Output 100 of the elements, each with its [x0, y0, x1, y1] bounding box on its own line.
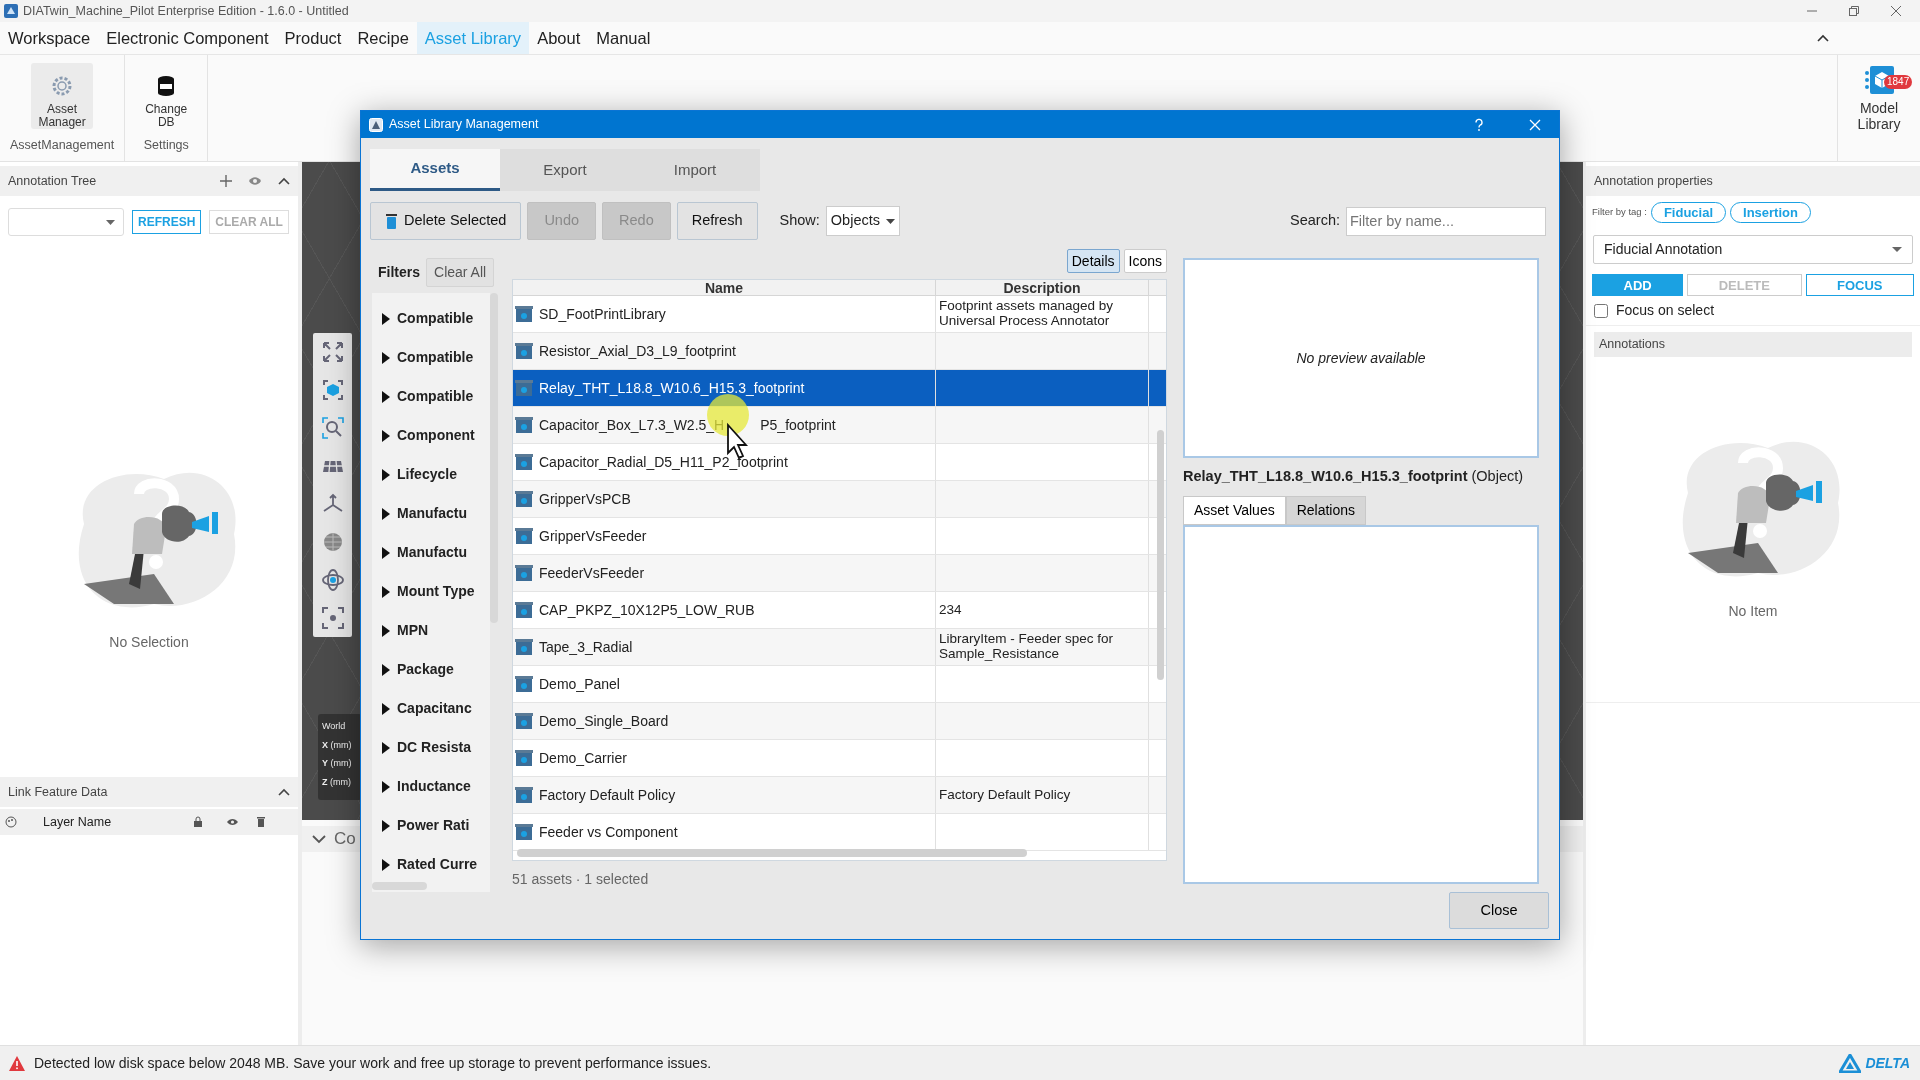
coordinate-label: World	[322, 720, 347, 733]
table-cell-text: CAP_PKPZ_10X12P5_LOW_RUB	[539, 600, 755, 620]
restore-icon[interactable]	[1848, 5, 1860, 17]
app-icon	[369, 117, 383, 132]
filter-item[interactable]: Compatible	[372, 377, 490, 416]
scrollbar[interactable]	[1157, 430, 1164, 680]
empty-preview-text: No preview available	[1296, 348, 1426, 368]
table-cell: Factory Default Policy	[939, 787, 1071, 803]
scrollbar[interactable]	[372, 882, 427, 890]
table-cell-text: LibraryItem - Feeder spec for Sample_Resistance	[939, 632, 1115, 662]
field-label: Show:	[779, 211, 820, 231]
trash-icon	[385, 212, 398, 230]
clear-all-button[interactable]: Clear All	[426, 257, 495, 287]
menu-item[interactable]: Electronic Component	[98, 22, 277, 54]
scrollbar[interactable]	[517, 849, 1027, 857]
eye-icon[interactable]	[226, 817, 239, 827]
collapse-icon[interactable]	[278, 787, 290, 797]
expand-icon[interactable]	[321, 341, 344, 363]
table-row[interactable]: GripperVsPCB	[513, 481, 1166, 518]
filter-item[interactable]: Power Rati	[372, 806, 490, 845]
section-header: Annotations	[1594, 332, 1912, 357]
tab[interactable]: Asset Values	[1183, 495, 1286, 525]
dropdown[interactable]: Fiducial Annotation	[1593, 235, 1913, 264]
filter-item[interactable]: Component	[372, 416, 490, 455]
tab[interactable]: Assets	[370, 149, 500, 191]
table-row[interactable]: Relay_THT_L18.8_W10.6_H15.3_footprint	[513, 370, 1166, 407]
table-row[interactable]: Tape_3_Radial LibraryItem - Feeder spec for Sample_Resistance	[513, 629, 1166, 666]
close-icon[interactable]	[1890, 5, 1902, 17]
dropdown[interactable]: Objects	[825, 206, 900, 236]
search-field[interactable]: Filter by name...	[1346, 206, 1546, 236]
expand-arrow-icon	[382, 468, 390, 481]
table-row[interactable]: Factory Default Policy Factory Default Policy	[513, 777, 1166, 814]
expand-arrow-icon	[382, 429, 390, 442]
menu-item[interactable]: Manual	[588, 22, 659, 54]
status-message: Detected low disk space below 2048 MB. Save your work and free up storage to prevent performance issues.	[34, 1053, 712, 1073]
dropdown-arrow-icon	[106, 219, 115, 225]
filter-item[interactable]: Rated Curre	[372, 845, 490, 884]
asset-icon	[515, 305, 533, 323]
close-button[interactable]: Close	[1449, 892, 1549, 929]
empty-state-text: No Selection	[109, 633, 189, 652]
axes-icon[interactable]	[321, 493, 344, 515]
filter-item[interactable]: Mount Type	[372, 572, 490, 611]
asset-icon	[515, 490, 533, 508]
asset-icon	[515, 564, 533, 582]
filter-item[interactable]: Inductance	[372, 767, 490, 806]
expand-arrow-icon	[382, 390, 390, 403]
cube-icon[interactable]	[321, 379, 344, 401]
menu-item[interactable]: Workspace	[0, 22, 99, 54]
scrollbar[interactable]	[490, 293, 498, 623]
lock-icon[interactable]	[193, 816, 203, 828]
table-cell-text: Demo_Panel	[539, 674, 620, 694]
expand-arrow-icon	[382, 312, 390, 325]
view-toggle[interactable]: Icons	[1123, 249, 1167, 273]
tab[interactable]: Export	[500, 149, 630, 191]
view-toggle[interactable]: Details	[1066, 249, 1120, 273]
add-icon[interactable]	[220, 175, 232, 187]
table-cell-text: P5_footprint	[760, 415, 836, 435]
menu-item[interactable]: Product	[276, 22, 350, 54]
filter-item[interactable]: MPN	[372, 611, 490, 650]
ribbon-button[interactable]: Change DB	[135, 63, 198, 129]
sphere-icon[interactable]	[321, 531, 344, 553]
trash-icon[interactable]	[256, 816, 266, 828]
orbit-icon[interactable]	[321, 569, 344, 591]
filter-item[interactable]: Package	[372, 650, 490, 689]
menu-item[interactable]: About	[529, 22, 589, 54]
table-row[interactable]: FeederVsFeeder	[513, 555, 1166, 592]
asset-icon	[515, 675, 533, 693]
eye-icon[interactable]	[248, 175, 262, 187]
toolbar-button[interactable]: Refresh	[676, 202, 758, 240]
tab[interactable]: Import	[630, 149, 760, 191]
help-icon[interactable]	[1473, 117, 1485, 132]
filter-item[interactable]: Capacitanc	[372, 689, 490, 728]
table-cell-text: Relay_THT_L18.8_W10.6_H15.3_footprint	[539, 378, 805, 398]
filter-item[interactable]: Compatible	[372, 338, 490, 377]
filter-item[interactable]: Manufactu	[372, 533, 490, 572]
group-label: Settings	[143, 137, 189, 155]
focus-icon[interactable]	[321, 607, 344, 629]
table-row[interactable]: Demo_Single_Board	[513, 703, 1166, 740]
expand-arrow-icon	[382, 507, 390, 520]
asset-icon	[515, 712, 533, 730]
tab[interactable]: Relations	[1285, 495, 1367, 525]
menu-item[interactable]: Recipe	[349, 22, 417, 54]
expand-arrow-icon	[382, 663, 390, 676]
dropdown-arrow-icon	[886, 218, 895, 224]
table-row[interactable]: Resistor_Axial_D3_L9_footprint	[513, 333, 1166, 370]
filter-item[interactable]: Manufactu	[372, 494, 490, 533]
delete-button[interactable]: Delete Selected	[370, 202, 522, 240]
coordinate-label: Y (mm)	[322, 757, 353, 770]
zoom-icon[interactable]	[321, 417, 344, 439]
object-title: Relay_THT_L18.8_W10.6_H15.3_footprint (Object)	[1183, 467, 1525, 486]
checkbox[interactable]	[1594, 303, 1608, 318]
filter-item[interactable]: Lifecycle	[372, 455, 490, 494]
expand-icon[interactable]	[312, 834, 326, 844]
coordinate-label: X (mm)	[322, 738, 353, 752]
filter-item[interactable]: DC Resista	[372, 728, 490, 767]
filter-item[interactable]: Compatible	[372, 299, 490, 338]
empty-state-text: No Item	[1728, 601, 1778, 621]
collapse-icon[interactable]	[1816, 33, 1830, 43]
ribbon-button[interactable]: Asset Manager	[31, 63, 94, 129]
collapse-icon[interactable]	[278, 176, 290, 186]
